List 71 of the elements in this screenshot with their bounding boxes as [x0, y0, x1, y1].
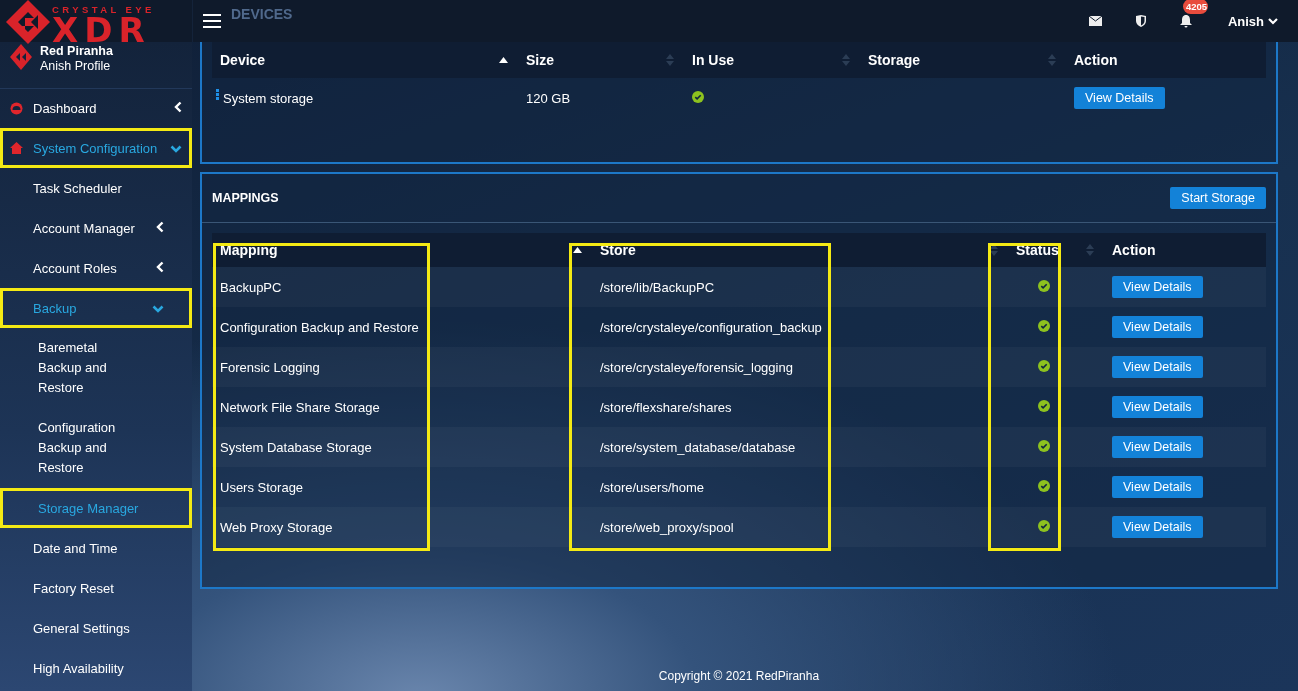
- sidebar-item[interactable]: Storage Manager: [0, 488, 192, 528]
- kebab-icon[interactable]: [216, 88, 219, 100]
- sort-up-icon[interactable]: [573, 247, 582, 253]
- user-menu[interactable]: Anish: [1227, 13, 1278, 29]
- profile-name: Anish Profile: [40, 59, 112, 73]
- sidebar-item[interactable]: High Availability: [0, 648, 192, 688]
- start-storage-button[interactable]: Start Storage: [1170, 187, 1266, 209]
- sidebar-item[interactable]: Dashboard: [0, 88, 192, 128]
- table-cell: Forensic Logging: [212, 347, 592, 387]
- table-cell: /store/users/home: [592, 467, 1008, 507]
- table-cell: Users Storage: [212, 467, 592, 507]
- view-details-button[interactable]: View Details: [1112, 316, 1203, 338]
- page-title: DEVICES: [231, 6, 293, 22]
- table-cell: /store/crystaleye/configuration_backup: [592, 307, 1008, 347]
- view-details-button[interactable]: View Details: [1112, 476, 1203, 498]
- chevron-down-icon: [1268, 17, 1278, 25]
- chevron-down-icon: [170, 145, 182, 153]
- column-header[interactable]: Store: [592, 233, 1008, 267]
- column-header[interactable]: Status: [1008, 233, 1104, 267]
- notification-badge: 4205: [1182, 0, 1208, 14]
- sidebar-item[interactable]: General Settings: [0, 608, 192, 648]
- bell-icon[interactable]: [1179, 14, 1192, 28]
- chevron-down-icon: [152, 304, 164, 313]
- mail-icon[interactable]: [1088, 16, 1102, 26]
- sidebar-item[interactable]: Account Roles: [0, 248, 192, 288]
- view-details-button[interactable]: View Details: [1112, 276, 1203, 298]
- house-icon: [10, 142, 23, 154]
- column-header[interactable]: In Use: [684, 42, 860, 78]
- table-cell: Web Proxy Storage: [212, 507, 592, 547]
- sidebar-item[interactable]: Factory Reset: [0, 568, 192, 608]
- company-name: Red Piranha: [40, 44, 113, 58]
- table-cell: /store/crystaleye/forensic_logging: [592, 347, 1008, 387]
- shield-icon[interactable]: [1135, 15, 1146, 27]
- sidebar-item[interactable]: Date and Time: [0, 528, 192, 568]
- sidebar-item[interactable]: Backup: [0, 288, 192, 328]
- sidebar-item[interactable]: Account Manager: [0, 208, 192, 248]
- column-header[interactable]: Storage: [860, 42, 1066, 78]
- logo-wordmark: XDR: [52, 15, 152, 45]
- table-cell: System Database Storage: [212, 427, 592, 467]
- sort-up-icon[interactable]: [499, 57, 508, 63]
- view-details-button[interactable]: View Details: [1112, 356, 1203, 378]
- column-header[interactable]: Mapping: [212, 233, 592, 267]
- table-cell: Network File Share Storage: [212, 387, 592, 427]
- sort-icon[interactable]: [990, 244, 998, 256]
- chevron-left-icon: [156, 220, 164, 233]
- sidebar-item[interactable]: Baremetal Backup and Restore: [0, 328, 192, 408]
- column-header[interactable]: Action: [1066, 42, 1266, 78]
- menu-icon[interactable]: [203, 14, 221, 28]
- view-details-button[interactable]: View Details: [1112, 516, 1203, 538]
- copyright-text: Copyright © 2021 RedPiranha: [657, 669, 821, 685]
- logo-tagline: CRYSTAL EYE: [52, 4, 155, 15]
- sidebar-item[interactable]: Task Scheduler: [0, 168, 192, 208]
- chevron-left-icon: [174, 101, 182, 113]
- table-cell: /store/flexshare/shares: [592, 387, 1008, 427]
- sidebar-item[interactable]: Configuration Backup and Restore: [0, 408, 192, 488]
- column-header[interactable]: Size: [518, 42, 684, 78]
- view-details-button[interactable]: View Details: [1112, 396, 1203, 418]
- chevron-left-icon: [156, 260, 164, 273]
- panel-title: MAPPINGS: [212, 191, 279, 205]
- table-cell: System storage: [212, 78, 518, 118]
- column-header[interactable]: Action: [1104, 233, 1266, 267]
- table-cell: /store/web_proxy/spool: [592, 507, 1008, 547]
- table-cell: /store/lib/BackupPC: [592, 267, 1008, 307]
- view-details-button[interactable]: View Details: [1112, 436, 1203, 458]
- view-details-button[interactable]: View Details: [1074, 87, 1165, 109]
- table-cell: /store/system_database/database: [592, 427, 1008, 467]
- column-header[interactable]: Device: [212, 42, 518, 78]
- table-cell: BackupPC: [212, 267, 592, 307]
- table-cell: 120 GB: [518, 78, 684, 118]
- table-cell: Configuration Backup and Restore: [212, 307, 592, 347]
- sidebar-item[interactable]: System Configuration: [0, 128, 192, 168]
